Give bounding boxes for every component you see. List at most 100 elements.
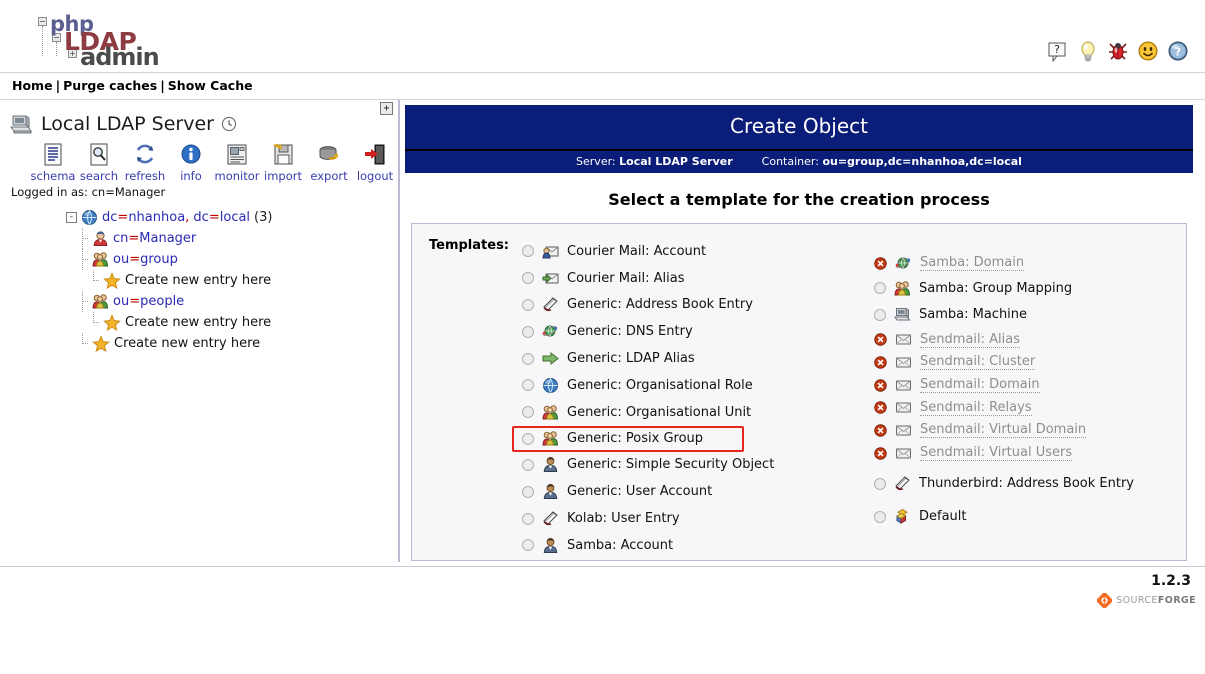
tree-expander-root[interactable]: - — [66, 212, 77, 223]
tree-label-root[interactable]: dc=nhanhoa, dc=local — [102, 210, 250, 225]
radio-generic-dns-entry[interactable] — [522, 325, 534, 338]
radio-generic-simple-security-object[interactable] — [522, 458, 534, 471]
smiley-icon[interactable] — [1137, 40, 1159, 62]
radio-courier-mail-alias[interactable] — [522, 272, 534, 285]
toolbar-item-refresh[interactable]: refresh — [122, 142, 168, 183]
template-option-sendmail-virtual-domain: Sendmail: Virtual Domain — [872, 419, 1186, 442]
tree-label-create-entry[interactable]: Create new entry here — [125, 315, 271, 330]
user-icon — [93, 231, 108, 246]
template-option-samba-machine[interactable]: Samba: Machine — [872, 301, 1186, 328]
template-label[interactable]: Generic: User Account — [567, 484, 712, 499]
envelope-icon — [896, 357, 911, 368]
bug-icon[interactable] — [1107, 40, 1129, 62]
template-label[interactable]: Samba: Account — [567, 538, 673, 553]
template-option-sendmail-relays: Sendmail: Relays — [872, 396, 1186, 419]
template-label[interactable]: Generic: Organisational Role — [567, 378, 753, 393]
radio-generic-address-book-entry[interactable] — [522, 298, 534, 311]
toolbar-item-export[interactable]: export — [306, 142, 352, 183]
envelope-icon — [896, 334, 911, 345]
template-label[interactable]: Generic: DNS Entry — [567, 324, 693, 339]
radio-courier-mail-account[interactable] — [522, 245, 534, 258]
template-option-generic-organisational-unit[interactable]: Generic: Organisational Unit — [520, 399, 850, 426]
template-label[interactable]: Samba: Machine — [919, 307, 1027, 322]
radio-kolab-user-entry[interactable] — [522, 512, 534, 525]
template-option-generic-posix-group[interactable]: Generic: Posix Group — [512, 425, 744, 452]
help-sphere-icon[interactable]: ? — [1167, 40, 1189, 62]
tree-node-root[interactable]: - dc=nhanhoa, dc=local (3) — [0, 207, 398, 228]
template-option-generic-ldap-alias[interactable]: Generic: LDAP Alias — [520, 345, 850, 372]
dns-globe-icon — [895, 257, 911, 269]
tree-label-ou-people[interactable]: ou=people — [113, 294, 184, 309]
lightbulb-icon[interactable] — [1077, 40, 1099, 62]
template-option-generic-simple-security-object[interactable]: Generic: Simple Security Object — [520, 452, 850, 479]
help-question-icon[interactable]: ? — [1047, 40, 1069, 62]
tree-guide — [88, 270, 99, 291]
logout-icon — [365, 144, 385, 165]
template-option-samba-account[interactable]: Samba: Account — [520, 532, 850, 559]
template-option-courier-mail-alias[interactable]: Courier Mail: Alias — [520, 265, 850, 292]
sidebar-collapse-button[interactable]: + — [380, 102, 393, 115]
tree-label-create-entry[interactable]: Create new entry here — [125, 273, 271, 288]
template-option-generic-user-account[interactable]: Generic: User Account — [520, 478, 850, 505]
radio-generic-ldap-alias[interactable] — [522, 352, 534, 365]
tree-label-create-entry[interactable]: Create new entry here — [114, 336, 260, 351]
info-icon — [181, 144, 201, 164]
user-icon — [543, 537, 558, 553]
template-label[interactable]: Samba: Group Mapping — [919, 281, 1072, 296]
toolbar-item-info[interactable]: info — [168, 142, 214, 183]
radio-samba-group-mapping[interactable] — [874, 282, 886, 295]
template-label[interactable]: Generic: Organisational Unit — [567, 405, 751, 420]
toolbar-item-import[interactable]: import — [260, 142, 306, 183]
disabled-x-icon — [874, 257, 887, 270]
template-label[interactable]: Generic: LDAP Alias — [567, 351, 695, 366]
template-option-generic-address-book-entry[interactable]: Generic: Address Book Entry — [520, 292, 850, 319]
tree-node-cn-manager[interactable]: cn=Manager — [0, 228, 398, 249]
template-label[interactable]: Default — [919, 509, 967, 524]
radio-generic-organisational-unit[interactable] — [522, 406, 534, 419]
clock-icon[interactable] — [221, 116, 237, 132]
toolbar-item-monitor[interactable]: monitor — [214, 142, 260, 183]
radio-thunderbird-address-book-entry[interactable] — [874, 477, 886, 490]
tree-node-create-under-people[interactable]: Create new entry here — [0, 312, 398, 333]
tree-label-ou-group[interactable]: ou=group — [113, 252, 178, 267]
tree-node-ou-people[interactable]: ou=people — [0, 291, 398, 312]
sourceforge-badge[interactable]: SOURCEFORGE — [1097, 593, 1196, 608]
template-option-kolab-user-entry[interactable]: Kolab: User Entry — [520, 505, 850, 532]
template-option-default[interactable]: Default — [872, 503, 1186, 530]
nav-show-cache-link[interactable]: Show Cache — [168, 78, 253, 93]
blocks-icon — [896, 509, 908, 524]
radio-generic-organisational-role[interactable] — [522, 379, 534, 392]
template-option-generic-dns-entry[interactable]: Generic: DNS Entry — [520, 318, 850, 345]
panel-subheader: Server: Local LDAP Server Container: ou=… — [405, 151, 1193, 173]
template-option-courier-mail-account[interactable]: Courier Mail: Account — [520, 238, 850, 265]
search-icon — [90, 143, 108, 166]
template-label[interactable]: Generic: Simple Security Object — [567, 457, 774, 472]
template-option-thunderbird-address-book-entry[interactable]: Thunderbird: Address Book Entry — [872, 470, 1186, 497]
toolbar-item-logout[interactable]: logout — [352, 142, 398, 183]
radio-generic-user-account[interactable] — [522, 485, 534, 498]
template-label[interactable]: Courier Mail: Alias — [567, 271, 684, 286]
tree-node-create-at-root[interactable]: Create new entry here — [0, 333, 398, 354]
template-option-samba-group-mapping[interactable]: Samba: Group Mapping — [872, 275, 1186, 302]
radio-generic-posix-group[interactable] — [522, 432, 534, 445]
radio-samba-account[interactable] — [522, 539, 534, 552]
toolbar-item-search[interactable]: search — [76, 142, 122, 183]
tree-label-cn-manager[interactable]: cn=Manager — [113, 231, 196, 246]
tree-node-ou-group[interactable]: ou=group — [0, 249, 398, 270]
toolbar-label-monitor: monitor — [214, 169, 260, 183]
section-title: Select a template for the creation proce… — [405, 173, 1193, 223]
sidebar: + Local LDAP Server schema search refres… — [0, 100, 400, 562]
template-label[interactable]: Courier Mail: Account — [567, 244, 706, 259]
template-label[interactable]: Thunderbird: Address Book Entry — [919, 476, 1134, 491]
radio-samba-machine[interactable] — [874, 308, 886, 321]
radio-default[interactable] — [874, 510, 886, 523]
nav-purge-caches-link[interactable]: Purge caches — [63, 78, 157, 93]
toolbar-item-schema[interactable]: schema — [30, 142, 76, 183]
container-value: ou=group,dc=nhanhoa,dc=local — [822, 155, 1022, 168]
template-label[interactable]: Generic: Posix Group — [567, 431, 703, 446]
template-option-generic-organisational-role[interactable]: Generic: Organisational Role — [520, 372, 850, 399]
nav-home-link[interactable]: Home — [12, 78, 53, 93]
template-label[interactable]: Generic: Address Book Entry — [567, 297, 753, 312]
tree-node-create-under-group[interactable]: Create new entry here — [0, 270, 398, 291]
template-label[interactable]: Kolab: User Entry — [567, 511, 680, 526]
